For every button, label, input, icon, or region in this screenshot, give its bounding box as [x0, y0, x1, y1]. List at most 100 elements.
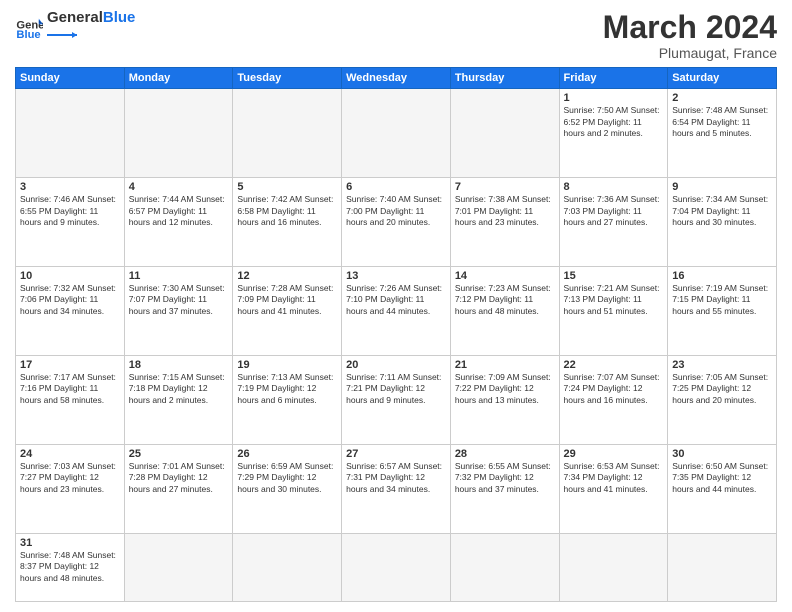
day-number: 28	[455, 448, 555, 460]
table-row: 26Sunrise: 6:59 AM Sunset: 7:29 PM Dayli…	[233, 444, 342, 533]
table-row: 30Sunrise: 6:50 AM Sunset: 7:35 PM Dayli…	[668, 444, 777, 533]
table-row: 18Sunrise: 7:15 AM Sunset: 7:18 PM Dayli…	[124, 355, 233, 444]
day-number: 25	[129, 448, 229, 460]
day-number: 31	[20, 537, 120, 549]
title-area: March 2024 Plumaugat, France	[603, 10, 777, 61]
day-info: Sunrise: 7:48 AM Sunset: 6:54 PM Dayligh…	[672, 105, 772, 139]
table-row: 15Sunrise: 7:21 AM Sunset: 7:13 PM Dayli…	[559, 266, 668, 355]
table-row: 19Sunrise: 7:13 AM Sunset: 7:19 PM Dayli…	[233, 355, 342, 444]
header: General Blue GeneralBlue March 2024 Plum…	[15, 10, 777, 61]
col-wednesday: Wednesday	[342, 68, 451, 89]
day-number: 27	[346, 448, 446, 460]
day-number: 20	[346, 359, 446, 371]
table-row	[233, 89, 342, 178]
day-info: Sunrise: 6:50 AM Sunset: 7:35 PM Dayligh…	[672, 461, 772, 495]
day-info: Sunrise: 7:01 AM Sunset: 7:28 PM Dayligh…	[129, 461, 229, 495]
day-number: 13	[346, 270, 446, 282]
table-row: 11Sunrise: 7:30 AM Sunset: 7:07 PM Dayli…	[124, 266, 233, 355]
table-row: 6Sunrise: 7:40 AM Sunset: 7:00 PM Daylig…	[342, 178, 451, 267]
table-row: 17Sunrise: 7:17 AM Sunset: 7:16 PM Dayli…	[16, 355, 125, 444]
day-number: 16	[672, 270, 772, 282]
calendar-header-row: Sunday Monday Tuesday Wednesday Thursday…	[16, 68, 777, 89]
day-info: Sunrise: 7:17 AM Sunset: 7:16 PM Dayligh…	[20, 372, 120, 406]
table-row	[124, 89, 233, 178]
day-number: 30	[672, 448, 772, 460]
day-number: 22	[564, 359, 664, 371]
day-info: Sunrise: 7:03 AM Sunset: 7:27 PM Dayligh…	[20, 461, 120, 495]
table-row	[668, 533, 777, 601]
day-info: Sunrise: 7:23 AM Sunset: 7:12 PM Dayligh…	[455, 283, 555, 317]
day-info: Sunrise: 7:32 AM Sunset: 7:06 PM Dayligh…	[20, 283, 120, 317]
day-info: Sunrise: 6:53 AM Sunset: 7:34 PM Dayligh…	[564, 461, 664, 495]
day-number: 6	[346, 181, 446, 193]
day-info: Sunrise: 7:09 AM Sunset: 7:22 PM Dayligh…	[455, 372, 555, 406]
day-info: Sunrise: 6:55 AM Sunset: 7:32 PM Dayligh…	[455, 461, 555, 495]
day-info: Sunrise: 7:07 AM Sunset: 7:24 PM Dayligh…	[564, 372, 664, 406]
day-info: Sunrise: 7:48 AM Sunset: 8:37 PM Dayligh…	[20, 550, 120, 584]
day-info: Sunrise: 7:40 AM Sunset: 7:00 PM Dayligh…	[346, 194, 446, 228]
table-row: 27Sunrise: 6:57 AM Sunset: 7:31 PM Dayli…	[342, 444, 451, 533]
table-row: 21Sunrise: 7:09 AM Sunset: 7:22 PM Dayli…	[450, 355, 559, 444]
day-number: 11	[129, 270, 229, 282]
table-row: 1Sunrise: 7:50 AM Sunset: 6:52 PM Daylig…	[559, 89, 668, 178]
day-number: 2	[672, 92, 772, 104]
col-sunday: Sunday	[16, 68, 125, 89]
day-number: 17	[20, 359, 120, 371]
col-monday: Monday	[124, 68, 233, 89]
table-row: 14Sunrise: 7:23 AM Sunset: 7:12 PM Dayli…	[450, 266, 559, 355]
logo-icon: General Blue	[15, 13, 43, 41]
day-info: Sunrise: 7:15 AM Sunset: 7:18 PM Dayligh…	[129, 372, 229, 406]
day-info: Sunrise: 7:26 AM Sunset: 7:10 PM Dayligh…	[346, 283, 446, 317]
table-row: 16Sunrise: 7:19 AM Sunset: 7:15 PM Dayli…	[668, 266, 777, 355]
day-info: Sunrise: 7:05 AM Sunset: 7:25 PM Dayligh…	[672, 372, 772, 406]
table-row: 20Sunrise: 7:11 AM Sunset: 7:21 PM Dayli…	[342, 355, 451, 444]
table-row: 8Sunrise: 7:36 AM Sunset: 7:03 PM Daylig…	[559, 178, 668, 267]
day-info: Sunrise: 7:50 AM Sunset: 6:52 PM Dayligh…	[564, 105, 664, 139]
location-subtitle: Plumaugat, France	[603, 45, 777, 61]
table-row	[16, 89, 125, 178]
table-row: 24Sunrise: 7:03 AM Sunset: 7:27 PM Dayli…	[16, 444, 125, 533]
day-info: Sunrise: 6:59 AM Sunset: 7:29 PM Dayligh…	[237, 461, 337, 495]
day-number: 12	[237, 270, 337, 282]
day-number: 5	[237, 181, 337, 193]
day-info: Sunrise: 7:21 AM Sunset: 7:13 PM Dayligh…	[564, 283, 664, 317]
day-info: Sunrise: 7:13 AM Sunset: 7:19 PM Dayligh…	[237, 372, 337, 406]
day-number: 29	[564, 448, 664, 460]
day-info: Sunrise: 7:19 AM Sunset: 7:15 PM Dayligh…	[672, 283, 772, 317]
table-row: 22Sunrise: 7:07 AM Sunset: 7:24 PM Dayli…	[559, 355, 668, 444]
table-row: 2Sunrise: 7:48 AM Sunset: 6:54 PM Daylig…	[668, 89, 777, 178]
table-row: 13Sunrise: 7:26 AM Sunset: 7:10 PM Dayli…	[342, 266, 451, 355]
table-row: 28Sunrise: 6:55 AM Sunset: 7:32 PM Dayli…	[450, 444, 559, 533]
day-number: 24	[20, 448, 120, 460]
table-row	[233, 533, 342, 601]
col-thursday: Thursday	[450, 68, 559, 89]
page: General Blue GeneralBlue March 2024 Plum…	[0, 0, 792, 612]
col-saturday: Saturday	[668, 68, 777, 89]
table-row: 23Sunrise: 7:05 AM Sunset: 7:25 PM Dayli…	[668, 355, 777, 444]
table-row: 31Sunrise: 7:48 AM Sunset: 8:37 PM Dayli…	[16, 533, 125, 601]
col-friday: Friday	[559, 68, 668, 89]
day-number: 7	[455, 181, 555, 193]
day-info: Sunrise: 7:44 AM Sunset: 6:57 PM Dayligh…	[129, 194, 229, 228]
table-row: 5Sunrise: 7:42 AM Sunset: 6:58 PM Daylig…	[233, 178, 342, 267]
logo-general: General	[47, 9, 103, 26]
day-number: 14	[455, 270, 555, 282]
table-row: 25Sunrise: 7:01 AM Sunset: 7:28 PM Dayli…	[124, 444, 233, 533]
day-number: 9	[672, 181, 772, 193]
table-row: 9Sunrise: 7:34 AM Sunset: 7:04 PM Daylig…	[668, 178, 777, 267]
day-info: Sunrise: 7:30 AM Sunset: 7:07 PM Dayligh…	[129, 283, 229, 317]
table-row	[342, 533, 451, 601]
table-row: 7Sunrise: 7:38 AM Sunset: 7:01 PM Daylig…	[450, 178, 559, 267]
day-info: Sunrise: 7:28 AM Sunset: 7:09 PM Dayligh…	[237, 283, 337, 317]
day-info: Sunrise: 7:38 AM Sunset: 7:01 PM Dayligh…	[455, 194, 555, 228]
table-row: 29Sunrise: 6:53 AM Sunset: 7:34 PM Dayli…	[559, 444, 668, 533]
logo: General Blue GeneralBlue	[15, 10, 135, 45]
day-info: Sunrise: 6:57 AM Sunset: 7:31 PM Dayligh…	[346, 461, 446, 495]
day-number: 3	[20, 181, 120, 193]
day-info: Sunrise: 7:42 AM Sunset: 6:58 PM Dayligh…	[237, 194, 337, 228]
logo-blue: Blue	[103, 9, 136, 26]
logo-underline-icon	[47, 30, 77, 40]
day-info: Sunrise: 7:46 AM Sunset: 6:55 PM Dayligh…	[20, 194, 120, 228]
day-number: 4	[129, 181, 229, 193]
day-info: Sunrise: 7:36 AM Sunset: 7:03 PM Dayligh…	[564, 194, 664, 228]
